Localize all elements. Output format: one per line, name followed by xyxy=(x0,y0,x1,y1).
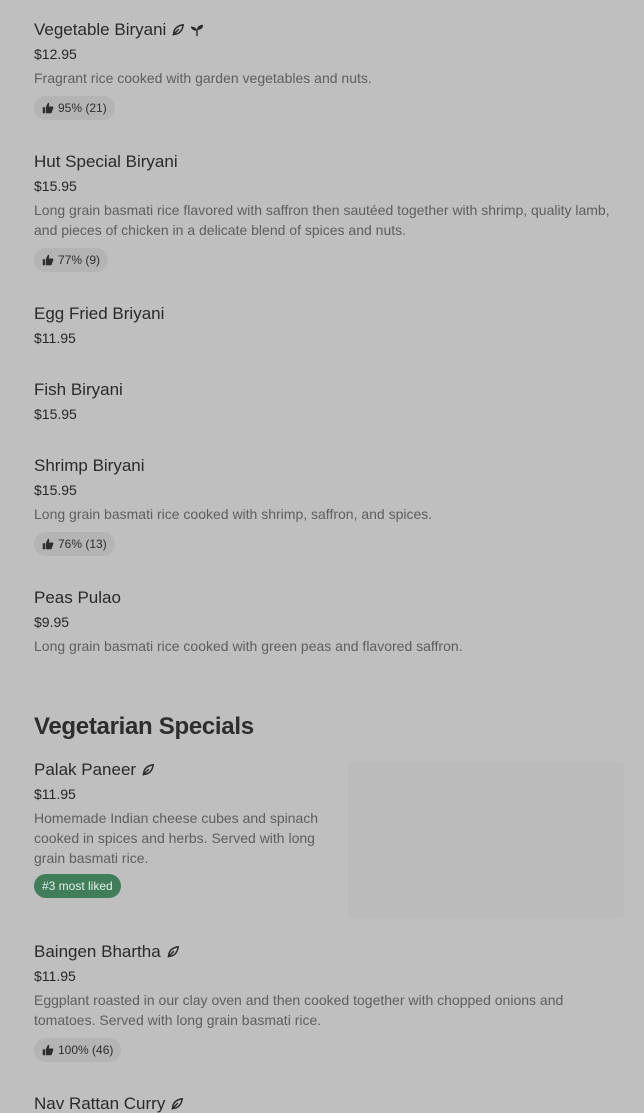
item-description: Eggplant roasted in our clay oven and th… xyxy=(34,992,564,1028)
most-liked-badge: #3 most liked xyxy=(34,874,121,898)
menu-list: Vegetable Biryani $12.95 Fragrant rice c… xyxy=(0,0,644,1113)
thumbs-up-icon xyxy=(42,1044,54,1056)
rating-pill: 100% (46) xyxy=(34,1038,122,1062)
item-price: $15.95 xyxy=(34,406,77,422)
item-name: Vegetable Biryani xyxy=(34,20,167,39)
item-name-row: Hut Special Biryani xyxy=(34,151,614,173)
item-name: Baingen Bhartha xyxy=(34,942,161,961)
menu-item-palak-paneer[interactable]: Palak Paneer $11.95 Homemade Indian chee… xyxy=(34,759,330,898)
item-description: Homemade Indian cheese cubes and spinach… xyxy=(34,810,319,866)
item-name: Shrimp Biryani xyxy=(34,456,145,475)
item-price: $15.95 xyxy=(34,482,77,498)
item-price: $11.95 xyxy=(34,330,76,346)
rating-pill: 95% (21) xyxy=(34,96,115,120)
menu-item-egg-fried-briyani[interactable]: Egg Fried Briyani $11.95 xyxy=(34,303,164,347)
item-name: Nav Rattan Curry xyxy=(34,1094,166,1113)
sprout-icon xyxy=(190,23,204,37)
rating-pill: 76% (13) xyxy=(34,532,115,556)
item-description: Long grain basmati rice flavored with sa… xyxy=(34,202,610,238)
rating-value: 76% (13) xyxy=(58,537,107,551)
item-name-row: Shrimp Biryani xyxy=(34,455,432,477)
rating-pill: 77% (9) xyxy=(34,248,109,272)
rating-value: 100% (46) xyxy=(58,1043,114,1057)
menu-item-fish-biryani[interactable]: Fish Biryani $15.95 xyxy=(34,379,123,423)
item-name-row: Peas Pulao xyxy=(34,587,463,609)
item-name-row: Nav Rattan Curry xyxy=(34,1093,184,1113)
menu-item-shrimp-biryani[interactable]: Shrimp Biryani $15.95 Long grain basmati… xyxy=(34,455,432,556)
menu-item-peas-pulao[interactable]: Peas Pulao $9.95 Long grain basmati rice… xyxy=(34,587,463,656)
leaf-icon xyxy=(171,23,185,37)
item-price: $11.95 xyxy=(34,968,76,984)
item-price: $15.95 xyxy=(34,178,77,194)
section-title: Vegetarian Specials xyxy=(34,713,254,740)
thumbs-up-icon xyxy=(42,102,54,114)
item-name: Fish Biryani xyxy=(34,380,123,399)
item-description: Long grain basmati rice cooked with gree… xyxy=(34,638,463,654)
thumbs-up-icon xyxy=(42,538,54,550)
item-name-row: Fish Biryani xyxy=(34,379,123,401)
menu-item-vegetable-biryani[interactable]: Vegetable Biryani $12.95 Fragrant rice c… xyxy=(34,19,372,120)
menu-item-baingen-bhartha[interactable]: Baingen Bhartha $11.95 Eggplant roasted … xyxy=(34,941,614,1062)
item-name-row: Baingen Bhartha xyxy=(34,941,614,963)
item-image-placeholder[interactable] xyxy=(348,762,624,918)
item-name: Hut Special Biryani xyxy=(34,152,178,171)
item-description: Long grain basmati rice cooked with shri… xyxy=(34,506,433,522)
item-name: Palak Paneer xyxy=(34,760,137,779)
item-price: $11.95 xyxy=(34,786,76,802)
item-name: Peas Pulao xyxy=(34,588,121,607)
item-price: $9.95 xyxy=(34,614,70,630)
item-name-row: Vegetable Biryani xyxy=(34,19,372,41)
leaf-icon xyxy=(170,1097,184,1111)
item-name-row: Palak Paneer xyxy=(34,759,330,781)
item-description: Fragrant rice cooked with garden vegetab… xyxy=(34,70,372,86)
leaf-icon xyxy=(166,945,180,959)
item-price: $12.95 xyxy=(34,46,77,62)
rating-value: 95% (21) xyxy=(58,101,107,115)
leaf-icon xyxy=(141,763,155,777)
item-name: Egg Fried Briyani xyxy=(34,304,165,323)
menu-item-nav-rattan-curry[interactable]: Nav Rattan Curry xyxy=(34,1093,184,1113)
item-name-row: Egg Fried Briyani xyxy=(34,303,164,325)
menu-item-hut-special-biryani[interactable]: Hut Special Biryani $15.95 Long grain ba… xyxy=(34,151,614,272)
thumbs-up-icon xyxy=(42,254,54,266)
rating-value: 77% (9) xyxy=(58,253,101,267)
